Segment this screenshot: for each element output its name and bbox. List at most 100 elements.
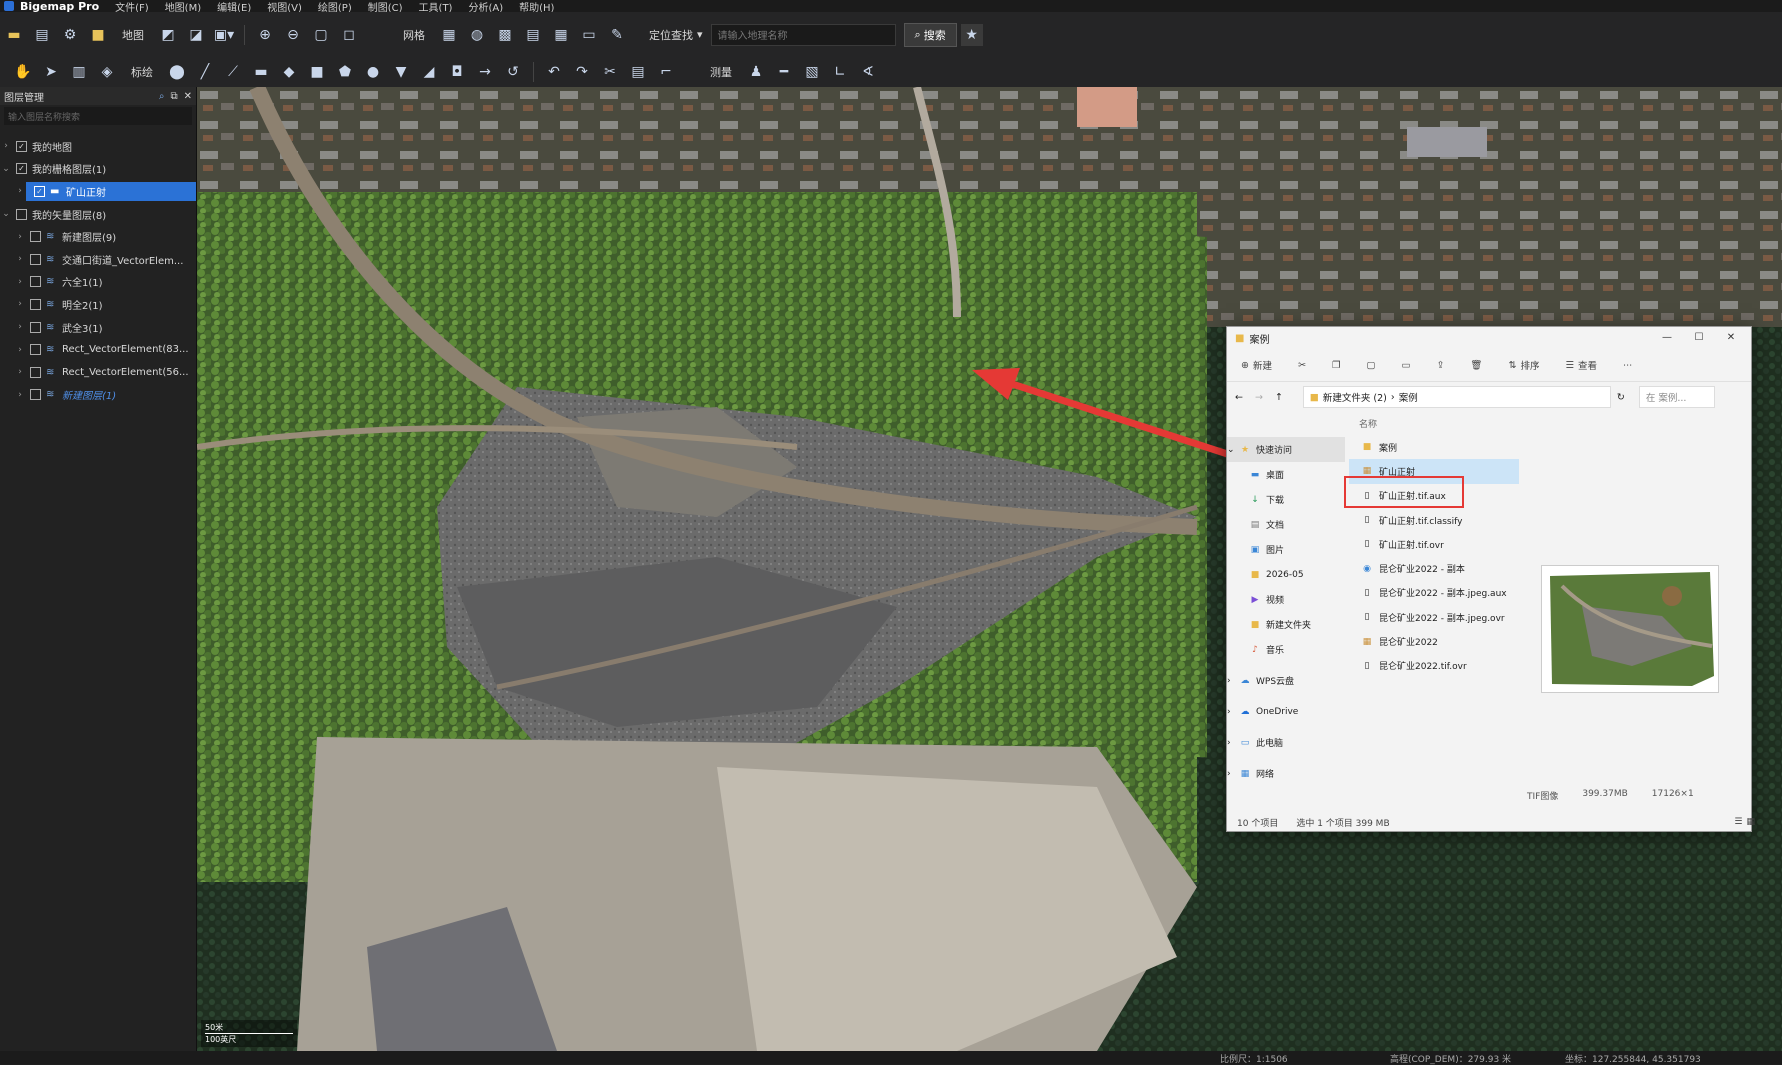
up-icon[interactable]: ↑: [1275, 392, 1283, 403]
layer-checkbox[interactable]: [30, 344, 41, 356]
forward-icon[interactable]: →: [1255, 392, 1263, 403]
tree-item-vector-layer[interactable]: › ≋ 武全3(1): [0, 316, 196, 339]
settings-icon[interactable]: ⚙: [59, 24, 81, 46]
paste-icon[interactable]: ▢: [1366, 360, 1375, 371]
menu-help[interactable]: 帮助(H): [519, 0, 554, 13]
close-icon[interactable]: ✕: [184, 91, 192, 102]
crop-icon[interactable]: ⌐: [655, 61, 677, 83]
grid-5-icon[interactable]: ▭: [578, 24, 600, 46]
chevron-right-icon[interactable]: ›: [14, 367, 26, 377]
distance-icon[interactable]: ━: [773, 61, 795, 83]
chevron-down-icon[interactable]: ⌄: [0, 209, 12, 219]
chevron-right-icon[interactable]: ›: [14, 299, 26, 309]
tree-item-vector-layer[interactable]: › ≋ Rect_VectorElement(56...: [0, 361, 196, 384]
tree-item-vector-layer[interactable]: › ≋ 新建图层(1): [0, 384, 196, 407]
menu-edit[interactable]: 编辑(E): [217, 0, 251, 13]
chevron-right-icon[interactable]: ›: [14, 277, 26, 287]
curve-icon[interactable]: ↺: [502, 61, 524, 83]
nav-item-downloads[interactable]: ↓ 下载: [1227, 487, 1345, 512]
sort-button[interactable]: ⇅ 排序: [1508, 358, 1539, 373]
scissors-icon[interactable]: ✂: [599, 61, 621, 83]
line-icon[interactable]: ╱: [194, 61, 216, 83]
open-folder-icon[interactable]: ▬: [3, 24, 25, 46]
favorite-icon[interactable]: ★: [960, 23, 983, 46]
full-extent-icon[interactable]: ◻: [338, 24, 360, 46]
tag-icon[interactable]: ◆: [278, 61, 300, 83]
place-search-input[interactable]: 请输入地理名称: [710, 23, 896, 46]
zoom-out-icon[interactable]: ⊖: [282, 24, 304, 46]
layer-checkbox[interactable]: [30, 321, 41, 333]
locate-dropdown[interactable]: 定位查找 ▾: [649, 27, 703, 43]
square-icon[interactable]: ■: [306, 61, 328, 83]
file-item[interactable]: ▯ 昆仑矿业2022 - 副本.jpeg.aux: [1349, 581, 1519, 605]
nav-item-desktop[interactable]: ▬ 桌面: [1227, 462, 1345, 487]
address-path[interactable]: ■ 新建文件夹 (2) › 案例: [1302, 386, 1611, 408]
layer-checkbox[interactable]: ✓: [16, 163, 27, 175]
search-icon[interactable]: ⌕: [159, 91, 165, 102]
nav-item-onedrive[interactable]: › ☁ OneDrive: [1227, 699, 1345, 724]
minimize-icon[interactable]: —: [1651, 327, 1683, 349]
rename-icon[interactable]: ▭: [1401, 360, 1410, 371]
cut-icon[interactable]: ✂: [1298, 360, 1306, 371]
close-icon[interactable]: ✕: [1715, 327, 1747, 349]
clipboard-icon[interactable]: ▤: [627, 61, 649, 83]
tree-item-vector-layer[interactable]: › ≋ 明全2(1): [0, 293, 196, 316]
zoom-extent-icon[interactable]: ▢: [310, 24, 332, 46]
person-pin-icon[interactable]: ♟: [745, 61, 767, 83]
tree-item-vector-layer[interactable]: › ≋ Rect_VectorElement(83...: [0, 338, 196, 361]
chevron-right-icon[interactable]: ›: [14, 232, 26, 242]
chevron-right-icon[interactable]: ›: [14, 322, 26, 332]
tree-item-vector-layers[interactable]: ⌄ 我的矢量图层(8): [0, 203, 196, 226]
area-icon[interactable]: ▧: [801, 61, 823, 83]
polyline-icon[interactable]: ⟋: [222, 61, 244, 83]
ruler-icon[interactable]: ◢: [418, 61, 440, 83]
chevron-down-icon[interactable]: ⌄: [0, 164, 12, 174]
file-item[interactable]: ◉ 昆仑矿业2022 - 副本: [1349, 556, 1519, 580]
nav-item-videos[interactable]: ▶ 视频: [1227, 587, 1345, 612]
circle-icon[interactable]: ●: [362, 61, 384, 83]
file-item[interactable]: ▯ 矿山正射.tif.classify: [1349, 508, 1519, 532]
file-item[interactable]: ▦ 昆仑矿业2022: [1349, 629, 1519, 653]
file-item[interactable]: ■ 案例: [1349, 435, 1519, 459]
nav-item-music[interactable]: ♪ 音乐: [1227, 637, 1345, 662]
select-shape-icon[interactable]: ◈: [96, 61, 118, 83]
tree-item-vector-layer[interactable]: › ≋ 交通口街道_VectorElem...: [0, 248, 196, 271]
tree-item-vector-layer[interactable]: › ≋ 六全1(1): [0, 271, 196, 294]
undo-icon[interactable]: ↶: [543, 61, 565, 83]
more-icon[interactable]: ⋯: [1623, 360, 1633, 371]
brush-icon[interactable]: ✎: [606, 24, 628, 46]
breadcrumb-current[interactable]: 案例: [1399, 390, 1418, 404]
chevron-right-icon[interactable]: ›: [14, 186, 26, 196]
nav-item-wps-cloud[interactable]: › ☁ WPS云盘: [1227, 668, 1345, 693]
column-header-name[interactable]: 名称: [1359, 417, 1377, 430]
pan-hand-icon[interactable]: ✋: [12, 61, 34, 83]
menu-view[interactable]: 视图(V): [267, 0, 302, 13]
tree-item-raster-layers[interactable]: ⌄ ✓ 我的栅格图层(1): [0, 158, 196, 181]
copy-icon[interactable]: ❐: [1332, 360, 1341, 371]
rectangle-icon[interactable]: ▬: [250, 61, 272, 83]
pin-icon[interactable]: ⧉: [170, 91, 177, 102]
delete-icon[interactable]: 🗑: [1470, 360, 1482, 371]
map-layer-dropdown-icon[interactable]: ▣▾: [213, 24, 235, 46]
select-arrow-icon[interactable]: ➤: [40, 61, 62, 83]
breadcrumb-parent[interactable]: 新建文件夹 (2): [1323, 390, 1387, 404]
layer-checkbox[interactable]: [30, 276, 41, 288]
chevron-right-icon[interactable]: ›: [0, 141, 12, 151]
arrow-right-icon[interactable]: →: [474, 61, 496, 83]
tree-item-my-map[interactable]: › ✓ 我的地图: [0, 135, 196, 158]
layer-checkbox[interactable]: [30, 231, 41, 243]
layer-checkbox[interactable]: [16, 208, 27, 220]
nav-item-documents[interactable]: ▤ 文档: [1227, 512, 1345, 537]
layer-search-input[interactable]: 输入图层名称搜索: [4, 107, 192, 125]
layer-checkbox[interactable]: [30, 298, 41, 310]
maximize-icon[interactable]: ☐: [1683, 327, 1715, 349]
folder-icon[interactable]: ■: [87, 24, 109, 46]
menu-draw[interactable]: 绘图(P): [318, 0, 352, 13]
angle-icon[interactable]: ∟: [829, 61, 851, 83]
file-item-selected[interactable]: ▦ 矿山正射: [1349, 459, 1519, 484]
globe-icon[interactable]: ◍: [466, 24, 488, 46]
menu-map[interactable]: 地图(M): [165, 0, 201, 13]
layer-checkbox[interactable]: ✓: [34, 185, 45, 197]
layer-box-icon[interactable]: ◘: [446, 61, 468, 83]
file-item[interactable]: ▯ 矿山正射.tif.ovr: [1349, 532, 1519, 556]
